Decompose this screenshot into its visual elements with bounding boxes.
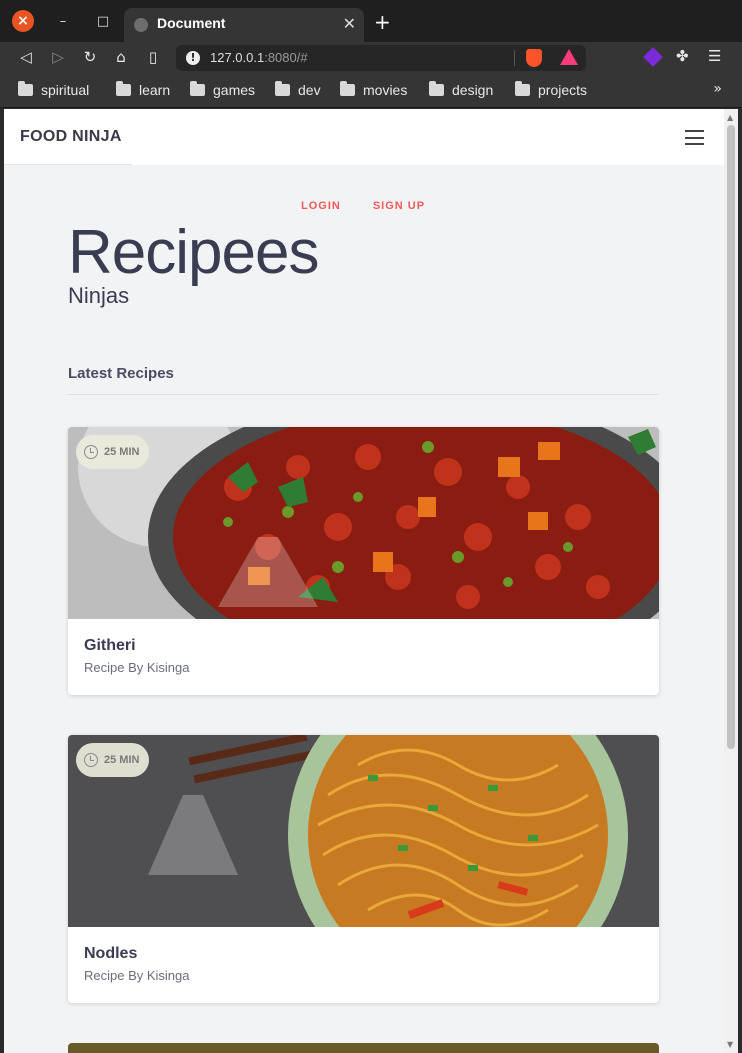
bookmark-label: spiritual xyxy=(41,82,90,98)
home-icon[interactable]: ⌂ xyxy=(111,48,131,66)
bookmark-folder[interactable]: games xyxy=(190,81,256,98)
recipe-card[interactable]: 25 MIN Githeri Recipe By Kisinga xyxy=(68,427,659,695)
window-close-button[interactable]: × xyxy=(12,10,34,32)
bookmark-folder[interactable]: dev xyxy=(275,81,321,98)
recipe-card[interactable]: 25 MIN Nodles Recipe By Kisinga xyxy=(68,735,659,1003)
bookmark-label: learn xyxy=(139,82,171,98)
auth-links: LOGIN SIGN UP xyxy=(301,200,425,212)
extensions-puzzle-icon[interactable]: ✤ xyxy=(676,47,689,65)
clock-icon xyxy=(84,753,98,767)
reload-icon[interactable]: ↻ xyxy=(80,48,100,66)
browser-toolbar: ◁ ▷ ↻ ⌂ ▯ ! 127.0.0.1:8080/# ✤ ☰ xyxy=(0,42,742,74)
bookmarks-bar: spiritual learn games dev movies design … xyxy=(0,74,742,108)
browser-tab[interactable]: Document ✕ xyxy=(124,8,364,42)
folder-icon xyxy=(190,81,205,96)
bookmark-folder[interactable]: learn xyxy=(116,81,171,98)
recipe-name[interactable]: Nodles xyxy=(84,945,137,963)
address-bar[interactable]: ! 127.0.0.1:8080/# xyxy=(176,45,586,71)
cook-time: 25 MIN xyxy=(104,754,140,766)
bookmark-label: movies xyxy=(363,82,408,98)
tab-title: Document xyxy=(157,15,226,31)
recipe-author: Recipe By Kisinga xyxy=(84,660,190,675)
url-path: :8080/# xyxy=(264,50,308,65)
login-link[interactable]: LOGIN xyxy=(301,200,341,212)
scrollbar-thumb[interactable] xyxy=(727,125,735,749)
bookmarks-overflow-icon[interactable]: » xyxy=(713,81,722,97)
bookmark-label: projects xyxy=(538,82,588,98)
recipe-image xyxy=(68,735,659,927)
cook-time-badge: 25 MIN xyxy=(76,435,150,469)
folder-icon xyxy=(515,81,530,96)
window-maximize-button[interactable]: □ xyxy=(92,10,114,32)
bookmark-label: design xyxy=(452,82,494,98)
recipe-image xyxy=(68,427,659,619)
recipe-author: Recipe By Kisinga xyxy=(84,968,190,983)
brave-shields-icon[interactable] xyxy=(526,49,542,67)
site-navbar: FOOD NINJA xyxy=(4,109,724,165)
folder-icon xyxy=(18,81,33,96)
url-text: 127.0.0.1:8080/# xyxy=(210,50,308,65)
address-divider xyxy=(514,50,515,66)
site-info-icon[interactable]: ! xyxy=(186,51,200,65)
globe-icon xyxy=(134,18,148,32)
url-host: 127.0.0.1 xyxy=(210,50,265,65)
section-divider xyxy=(68,394,659,395)
bookmark-label: games xyxy=(213,82,256,98)
tab-close-icon[interactable]: ✕ xyxy=(343,14,356,33)
page-scrollbar[interactable]: ▲ ▼ xyxy=(724,109,738,1053)
folder-icon xyxy=(116,81,131,96)
extension-icon[interactable] xyxy=(643,47,663,67)
window-minimize-button[interactable]: – xyxy=(52,10,74,32)
browser-menu-icon[interactable]: ☰ xyxy=(708,47,721,65)
bookmark-icon[interactable]: ▯ xyxy=(143,48,163,66)
hamburger-menu-icon[interactable] xyxy=(685,130,704,145)
folder-icon xyxy=(340,81,355,96)
tab-bar: × – □ Document ✕ + xyxy=(0,0,742,42)
page-subtitle: Ninjas xyxy=(68,283,130,308)
cook-time-badge: 25 MIN xyxy=(76,743,150,777)
site-brand[interactable]: FOOD NINJA xyxy=(20,128,122,146)
signup-link[interactable]: SIGN UP xyxy=(373,200,425,212)
brave-rewards-icon[interactable] xyxy=(560,49,578,65)
brand-underline xyxy=(4,164,132,165)
page-title: Recipees xyxy=(68,218,319,287)
scroll-down-icon[interactable]: ▼ xyxy=(727,1040,733,1049)
folder-icon xyxy=(275,81,290,96)
scroll-up-icon[interactable]: ▲ xyxy=(727,113,733,122)
clock-icon xyxy=(84,445,98,459)
bookmark-folder[interactable]: projects xyxy=(515,81,588,98)
cook-time: 25 MIN xyxy=(104,446,140,458)
bookmark-folder[interactable]: design xyxy=(429,81,494,98)
forward-icon[interactable]: ▷ xyxy=(48,48,68,66)
page-viewport: FOOD NINJA LOGIN SIGN UP Recipees Ninjas… xyxy=(4,109,724,1053)
recipe-name[interactable]: Githeri xyxy=(84,637,136,655)
section-title: Latest Recipes xyxy=(68,365,174,382)
new-tab-button[interactable]: + xyxy=(374,10,391,34)
bookmark-label: dev xyxy=(298,82,321,98)
browser-window: × – □ Document ✕ + ◁ ▷ ↻ ⌂ ▯ ! 127.0.0.1… xyxy=(0,0,742,1053)
back-icon[interactable]: ◁ xyxy=(16,48,36,66)
bookmark-folder[interactable]: movies xyxy=(340,81,408,98)
folder-icon xyxy=(429,81,444,96)
bookmark-folder[interactable]: spiritual xyxy=(18,81,90,98)
recipe-card-partial[interactable] xyxy=(68,1043,659,1053)
